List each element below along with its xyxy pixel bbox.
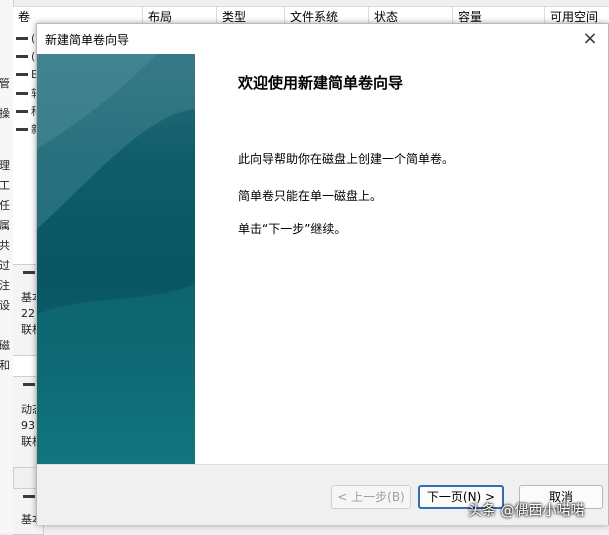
- close-icon[interactable]: ×: [572, 24, 608, 54]
- wizard-description-3: 单击“下一步”继续。: [238, 222, 347, 236]
- watermark-text: 头条 @偶西小喏喏: [468, 503, 585, 519]
- wizard-banner-image: [37, 54, 195, 464]
- left-strip-char[interactable]: 共: [0, 240, 13, 252]
- left-strip-char[interactable]: 属: [0, 220, 13, 232]
- left-strip-char[interactable]: 和: [0, 360, 13, 372]
- dialog-title: 新建简单卷向导: [45, 33, 130, 47]
- wizard-heading: 欢迎使用新建简单卷向导: [238, 74, 404, 92]
- left-strip-char[interactable]: 操: [0, 108, 13, 120]
- disk-size: 22: [21, 307, 35, 320]
- back-button[interactable]: < 上一步(B): [331, 485, 411, 509]
- disk-icon: [23, 383, 35, 386]
- wizard-description-2: 简单卷只能在单一磁盘上。: [238, 189, 383, 203]
- left-strip-char[interactable]: 设: [0, 300, 13, 312]
- left-strip-char[interactable]: 注: [0, 280, 13, 292]
- left-strip-char[interactable]: 工: [0, 180, 13, 192]
- left-strip-char[interactable]: 理: [0, 160, 13, 172]
- new-simple-volume-wizard: 新建简单卷向导 × 欢迎使用新建简单卷向导 此向导帮助你在磁盘上创建一个简单卷。…: [36, 23, 609, 525]
- disk-size: 93: [21, 419, 35, 432]
- left-strip-char[interactable]: 任: [0, 200, 13, 212]
- dialog-titlebar[interactable]: 新建简单卷向导 ×: [37, 24, 608, 54]
- left-strip-char[interactable]: 管: [0, 78, 13, 90]
- volume-row-label: (: [31, 50, 36, 63]
- disk-icon: [23, 495, 35, 498]
- left-strip-char[interactable]: 过: [0, 260, 13, 272]
- left-action-pane: 管 操 理 工 任 属 共 过 注 设 磁 和: [0, 0, 14, 533]
- wizard-content: 欢迎使用新建简单卷向导 此向导帮助你在磁盘上创建一个简单卷。 简单卷只能在单一磁…: [195, 54, 608, 464]
- disk-icon: [23, 271, 35, 274]
- volume-row-label: (: [31, 32, 36, 45]
- banner-wave-graphic: [37, 54, 195, 464]
- left-strip-char[interactable]: 磁: [0, 340, 13, 352]
- wizard-description-1: 此向导帮助你在磁盘上创建一个简单卷。: [238, 152, 455, 166]
